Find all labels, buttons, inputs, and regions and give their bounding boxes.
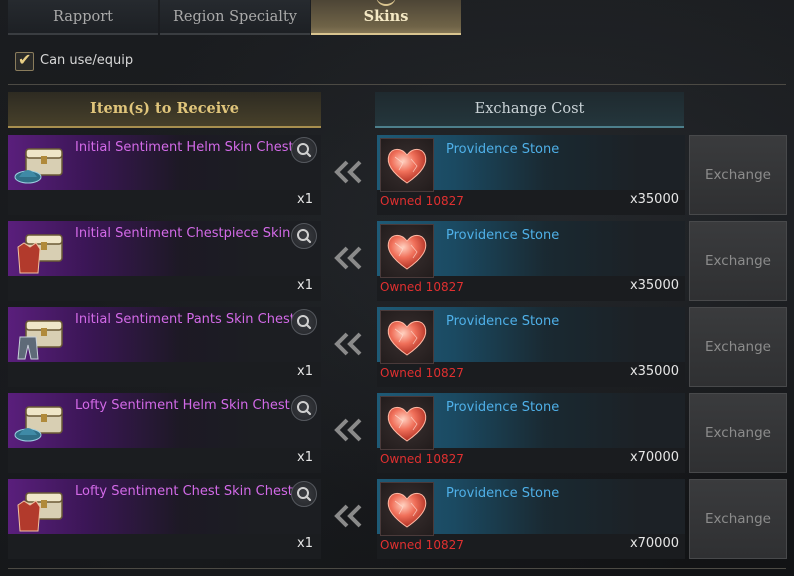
pants-chest-icon [17,320,63,360]
item-name: Initial Sentiment Pants Skin Chest [75,312,295,327]
magnifier-icon [297,315,312,330]
exchange-cost[interactable]: Providence Stone Owned 10827 x35000 [377,307,685,387]
exchange-cost[interactable]: Providence Stone Owned 10827 x70000 [377,393,685,473]
search-button[interactable] [291,137,317,163]
item-to-receive[interactable]: Initial Sentiment Pants Skin Chest x1 [8,307,321,387]
exchange-button[interactable]: Exchange [689,221,787,301]
search-button[interactable] [291,223,317,249]
stone-icon-frame [380,310,434,364]
item-quantity: x1 [297,364,313,379]
magnifier-icon [297,143,312,158]
double-chevron-left-icon [334,504,362,528]
magnifier-icon [297,401,312,416]
item-to-receive[interactable]: Initial Sentiment Helm Skin Chest x1 [8,135,321,215]
checkmark-icon: ✔ [18,50,32,69]
item-to-receive[interactable]: Initial Sentiment Chestpiece Skin. x1 [8,221,321,301]
providence-stone-icon [387,320,427,356]
search-button[interactable] [291,395,317,421]
providence-stone-icon [387,234,427,270]
exchange-row: Initial Sentiment Helm Skin Chest x1 Pro… [0,135,794,215]
cost-amount: x35000 [629,192,679,207]
helm-chest-icon [14,406,63,442]
tab-ornament-icon [376,0,396,6]
item-quantity: x1 [297,536,313,551]
exchange-button[interactable]: Exchange [689,479,787,559]
cost-item-name: Providence Stone [446,228,560,243]
exchange-cost[interactable]: Providence Stone Owned 10827 x35000 [377,221,685,301]
exchange-row: Initial Sentiment Chestpiece Skin. x1 Pr… [0,221,794,301]
owned-count: Owned 10827 [380,452,464,466]
divider [8,84,786,85]
double-chevron-left-icon [334,246,362,270]
exchange-button[interactable]: Exchange [689,307,787,387]
exchange-row: Initial Sentiment Pants Skin Chest x1 Pr… [0,307,794,387]
cost-amount: x35000 [629,364,679,379]
search-button[interactable] [291,309,317,335]
item-name: Lofty Sentiment Chest Skin Chest [75,484,293,499]
magnifier-icon [297,229,312,244]
tab-rapport[interactable]: Rapport [8,0,158,35]
tab-region-specialty[interactable]: Region Specialty [160,0,310,35]
providence-stone-icon [387,492,427,528]
item-name: Lofty Sentiment Helm Skin Chest [75,398,290,413]
exchange-cost[interactable]: Providence Stone Owned 10827 x35000 [377,135,685,215]
cost-item-name: Providence Stone [446,142,560,157]
stone-icon-frame [380,224,434,278]
helm-chest-icon [14,148,63,184]
exchange-cost[interactable]: Providence Stone Owned 10827 x70000 [377,479,685,559]
cost-item-name: Providence Stone [446,400,560,415]
exchange-row: Lofty Sentiment Chest Skin Chest x1 Prov… [0,479,794,559]
double-chevron-left-icon [334,160,362,184]
exchange-button[interactable]: Exchange [689,135,787,215]
item-to-receive[interactable]: Lofty Sentiment Helm Skin Chest x1 [8,393,321,473]
column-header-receive: Item(s) to Receive [8,92,321,128]
cost-amount: x70000 [629,450,679,465]
item-quantity: x1 [297,278,313,293]
chestpiece-chest-icon [17,492,63,532]
item-to-receive[interactable]: Lofty Sentiment Chest Skin Chest x1 [8,479,321,559]
column-header-cost: Exchange Cost [375,92,684,128]
owned-count: Owned 10827 [380,194,464,208]
divider [8,568,786,569]
owned-count: Owned 10827 [380,366,464,380]
tab-skins[interactable]: Skins [311,0,461,35]
stone-icon-frame [380,396,434,450]
providence-stone-icon [387,406,427,442]
item-name: Initial Sentiment Helm Skin Chest [75,140,294,155]
tab-skins-label: Skins [363,8,409,25]
exchange-row: Lofty Sentiment Helm Skin Chest x1 Provi… [0,393,794,473]
item-quantity: x1 [297,192,313,207]
search-button[interactable] [291,481,317,507]
cost-amount: x70000 [629,536,679,551]
chestpiece-chest-icon [17,234,63,274]
double-chevron-left-icon [334,332,362,356]
stone-icon-frame [380,138,434,192]
can-use-checkbox[interactable]: ✔ [15,50,34,71]
owned-count: Owned 10827 [380,280,464,294]
item-name: Initial Sentiment Chestpiece Skin. [75,226,295,241]
cost-item-name: Providence Stone [446,314,560,329]
item-quantity: x1 [297,450,313,465]
stone-icon-frame [380,482,434,536]
can-use-label: Can use/equip [40,53,134,68]
magnifier-icon [297,487,312,502]
double-chevron-left-icon [334,418,362,442]
owned-count: Owned 10827 [380,538,464,552]
providence-stone-icon [387,148,427,184]
exchange-button[interactable]: Exchange [689,393,787,473]
cost-amount: x35000 [629,278,679,293]
cost-item-name: Providence Stone [446,486,560,501]
tab-bar: Rapport Region Specialty Skins [0,0,794,36]
